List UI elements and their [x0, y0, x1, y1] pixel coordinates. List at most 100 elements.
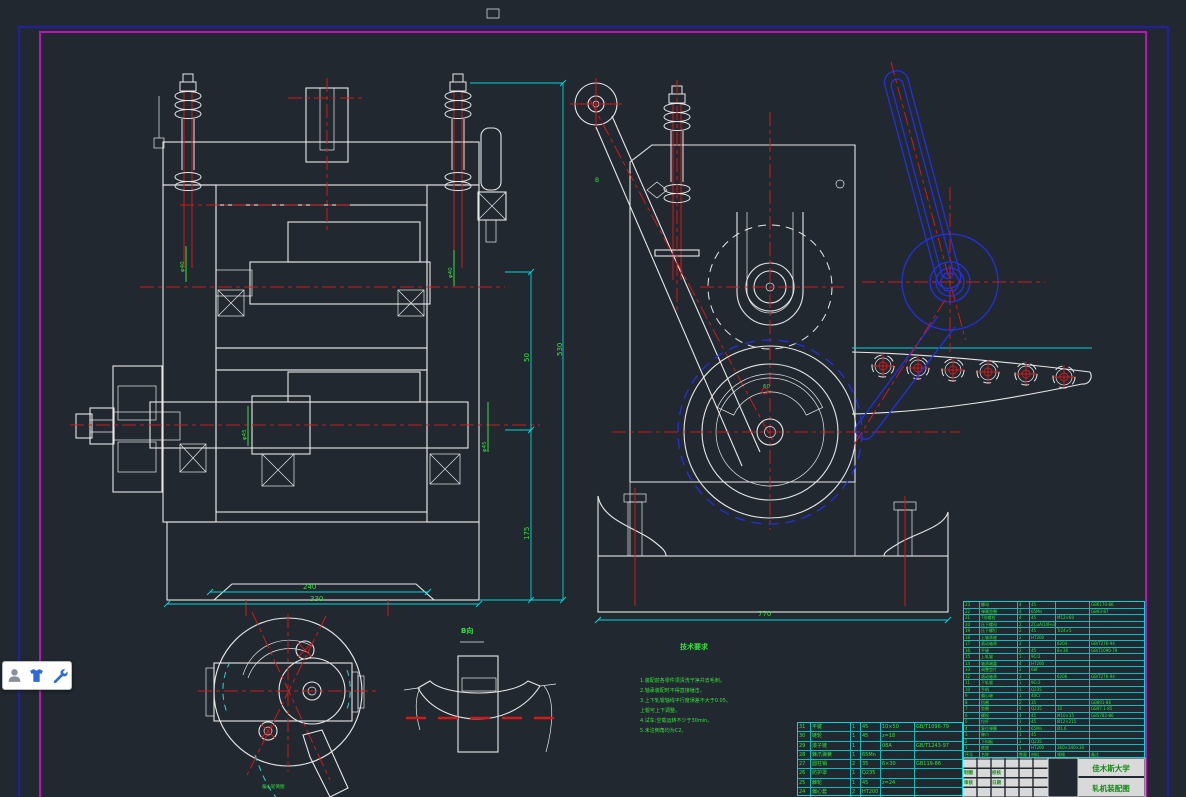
bom-cell [881, 788, 915, 797]
bom-cell: 偏心套 [811, 788, 851, 797]
bom-cell: 45 [1030, 713, 1056, 719]
bom-cell [1056, 693, 1090, 699]
bom-cell [1056, 739, 1090, 745]
bom-cell: 2 [851, 760, 861, 768]
bom-cell: 4 [1018, 615, 1030, 621]
bom-cell: 平键 [811, 723, 851, 731]
side-elevation-view [570, 59, 1092, 623]
bom-cell: 7 [964, 706, 980, 712]
bom-cell: 35 [861, 760, 881, 768]
bom-cell: 平键 [980, 648, 1018, 654]
bom-cell: 复位弹簧 [980, 726, 1018, 732]
bom-cell: Q235 [1030, 687, 1056, 693]
bom-cell: 上轴承座 [980, 635, 1018, 641]
bom-cell: 65Mn [861, 751, 881, 759]
bom-cell: 2 [1018, 641, 1030, 647]
bom-cell: 4 [1018, 609, 1030, 615]
bom-cell: 29 [798, 742, 811, 750]
bom-cell: 1 [1018, 654, 1030, 660]
bom-cell: 30 [798, 732, 811, 740]
bom-cell: Q235 [1030, 739, 1056, 745]
bom-cell [1090, 622, 1144, 628]
bom-cell [1090, 628, 1144, 634]
bom-row: 序号名称数量材料规格备注 [964, 752, 1144, 759]
bom-cell: 10×50 [881, 723, 915, 731]
bom-cell: 棘轮 [811, 779, 851, 787]
bom-cell: GB5782-86 [1090, 713, 1144, 719]
bom-cell: GB/T1096-79 [915, 723, 962, 731]
bom-cell [1030, 641, 1056, 647]
eccentric-detail-view [198, 612, 380, 797]
bom-cell: 27 [798, 760, 811, 768]
bom-cell: Ø1.6 [1056, 726, 1090, 732]
bom-cell: 手柄 [980, 687, 1018, 693]
bom-cell: 8 [964, 700, 980, 706]
bom-row: 29滚子链108AGB/T1243-97 [798, 742, 962, 751]
dim-phi-upper-left: φ40 [181, 261, 187, 272]
bom-cell: 2 [964, 739, 980, 745]
bom-cell: 6×30 [881, 760, 915, 768]
bom-cell: GB93-87 [1090, 609, 1144, 615]
bom-cell: 11 [964, 680, 980, 686]
bom-cell: 18 [964, 635, 980, 641]
bom-cell: 2 [1018, 674, 1030, 680]
bom-cell: 1 [851, 751, 861, 759]
bom-cell: 26 [798, 769, 811, 777]
bom-cell [1090, 732, 1144, 738]
bom-row: 31平键14510×50GB/T1096-79 [798, 723, 962, 732]
bom-cell: Q235 [1030, 706, 1056, 712]
bom-cell: 13 [964, 667, 980, 673]
view-b-label: B向 [461, 628, 473, 635]
bom-cell: HT200 [861, 788, 881, 797]
dim-phi-upper-right: φ40 [449, 267, 455, 278]
top-artifact [487, 9, 499, 18]
bom-cell: 规格 [1056, 752, 1090, 759]
bom-table-left: 31平键14510×50GB/T1096-7930链轮145z=1829滚子链1… [797, 722, 963, 796]
bom-cell: 垫圈 [980, 706, 1018, 712]
bom-cell: 08A [881, 742, 915, 750]
bom-row: 30链轮145z=18 [798, 732, 962, 741]
bom-cell: 滚子链 [811, 742, 851, 750]
bom-cell: 23 [964, 602, 980, 608]
tshirt-icon[interactable] [28, 667, 45, 684]
bom-row: 26防护罩1Q235 [798, 769, 962, 778]
bom-cell: 2 [1018, 667, 1030, 673]
bom-cell: 15 [964, 654, 980, 660]
bom-cell: 45 [861, 723, 881, 731]
bom-cell: 6 [964, 713, 980, 719]
bom-cell: 1 [1018, 693, 1030, 699]
bom-cell [1056, 700, 1090, 706]
bom-cell [881, 769, 915, 777]
bom-cell: M10×35 [1056, 713, 1090, 719]
bom-cell: 2 [851, 788, 861, 797]
dim-770: 770 [758, 611, 771, 618]
user-icon[interactable] [6, 667, 23, 684]
bom-cell: 4 [1018, 602, 1030, 608]
sig-label: 审核 [964, 780, 977, 786]
bom-cell: 轴承端盖 [980, 661, 1018, 667]
bom-cell: 21 [964, 615, 980, 621]
bom-cell: 弹簧垫圈 [980, 609, 1018, 615]
bom-cell: 序号 [964, 752, 980, 759]
bom-cell [1056, 602, 1090, 608]
bom-cell [1090, 693, 1144, 699]
bom-cell: GB/T1096-79 [1090, 648, 1144, 654]
bom-cell [1056, 609, 1090, 615]
bom-cell: 17 [964, 641, 980, 647]
bom-cell: 偏心轴 [980, 693, 1018, 699]
bom-cell: 链轮 [811, 732, 851, 740]
bom-cell: 材料 [1030, 752, 1056, 759]
wrench-icon[interactable] [51, 667, 68, 684]
note-line: 3.上下轧辊轴线平行度误差不大于0.05。 [640, 699, 731, 704]
bom-cell: 1 [851, 769, 861, 777]
bom-cell: 1 [1018, 687, 1030, 693]
bom-cell [1056, 622, 1090, 628]
bom-cell: 22 [964, 609, 980, 615]
bom-cell: 1 [1018, 726, 1030, 732]
bom-cell: 调整垫片 [980, 667, 1018, 673]
bom-cell: HT200 [1030, 661, 1056, 667]
detail-view-label: 偏心轮简图 [262, 786, 285, 791]
bom-cell: 20 [964, 622, 980, 628]
bom-cell: 4 [1018, 706, 1030, 712]
bom-cell: 28 [798, 751, 811, 759]
